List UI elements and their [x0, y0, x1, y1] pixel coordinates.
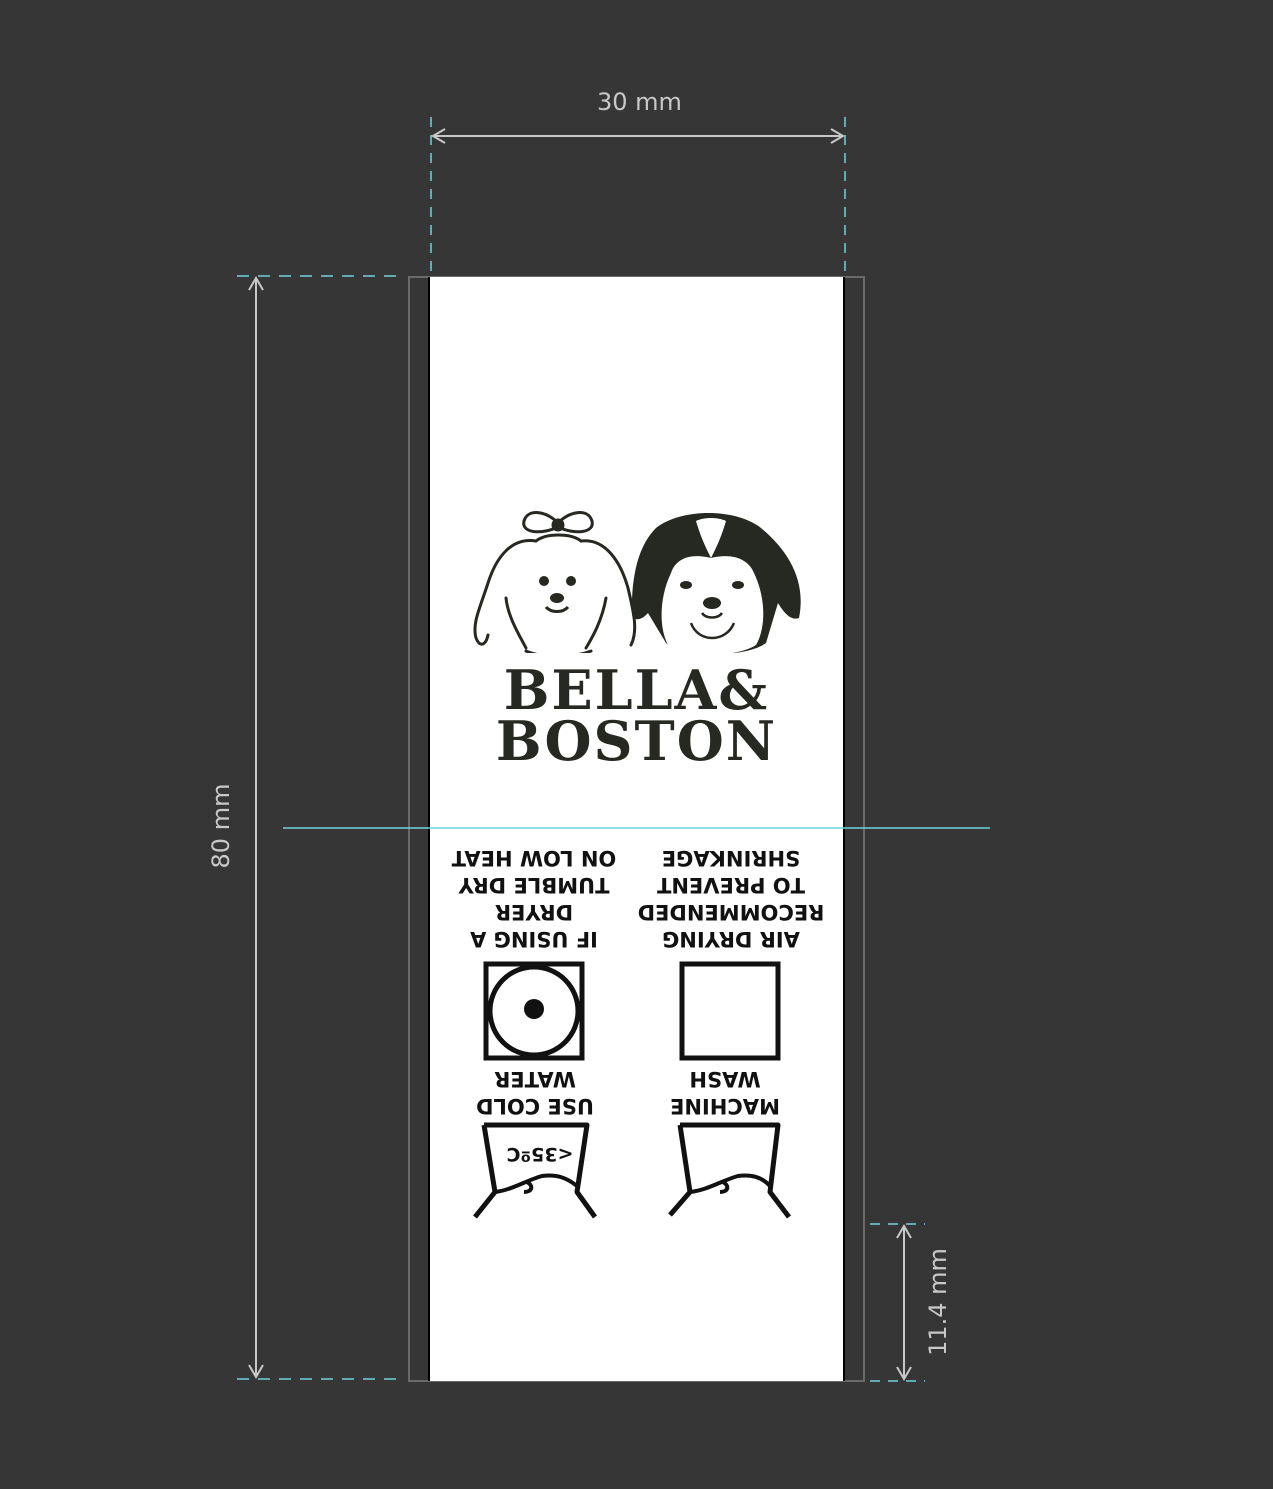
- fold-line-layer: [283, 827, 990, 829]
